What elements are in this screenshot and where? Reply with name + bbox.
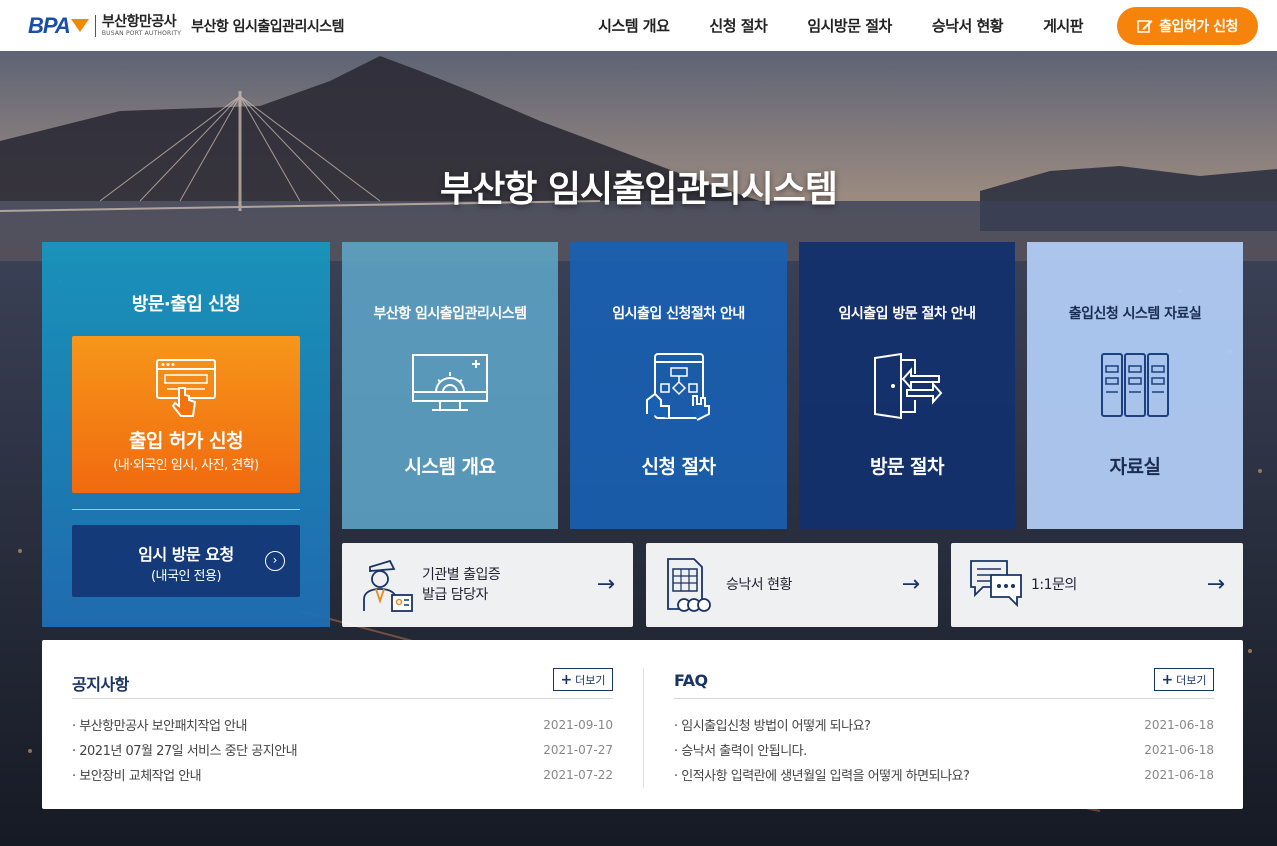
item-title: · 2021년 07월 27일 서비스 중단 공지안내 bbox=[72, 744, 298, 759]
logo-bpa-text: BPA bbox=[28, 13, 89, 39]
board-divider bbox=[643, 668, 644, 788]
nav-board[interactable]: 게시판 bbox=[1043, 15, 1083, 36]
faq-header: FAQ + 더보기 bbox=[674, 668, 1214, 699]
document-seal-icon bbox=[667, 558, 711, 612]
nav-system-overview[interactable]: 시스템 개요 bbox=[598, 15, 670, 36]
item-title: · 인적사항 입력란에 생년월일 입력을 어떻게 하면되나요? bbox=[674, 769, 970, 784]
card-label: 기관별 출입증 발급 담당자 bbox=[422, 565, 501, 605]
list-item[interactable]: · 2021년 07월 27일 서비스 중단 공지안내 2021-07-27 bbox=[72, 737, 613, 762]
visit-application-panel: 방문·출입 신청 출입 허가 신청 (내·외국인 임시, 사진, 견학) 임시 … bbox=[42, 242, 330, 627]
tile-bottom-label: 시스템 개요 bbox=[404, 456, 496, 478]
apply-permit-label: 출입허가 신청 bbox=[1159, 18, 1238, 35]
arrow-right-icon: → bbox=[596, 572, 615, 597]
edit-icon bbox=[1137, 19, 1153, 33]
plus-icon: + bbox=[560, 671, 573, 688]
tile-archive[interactable]: 출입신청 시스템 자료실 자료실 bbox=[1027, 242, 1243, 529]
arrow-right-icon: → bbox=[1206, 572, 1225, 597]
plus-icon: + bbox=[1161, 671, 1174, 688]
logo-en-name: BUSAN PORT AUTHORITY bbox=[101, 29, 182, 37]
more-label: 더보기 bbox=[575, 673, 606, 687]
tile-bottom-label: 신청 절차 bbox=[641, 456, 716, 478]
logo-triangle-icon bbox=[70, 19, 89, 32]
tile-top-label: 출입신청 시스템 자료실 bbox=[1068, 306, 1202, 322]
faq-list: · 임시출입신청 방법이 어떻게 되나요? 2021-06-18 · 승낙서 출력… bbox=[674, 712, 1214, 787]
item-title: · 승낙서 출력이 안됩니다. bbox=[674, 744, 807, 759]
faq-section: FAQ + 더보기 · 임시출입신청 방법이 어떻게 되나요? 2021-06-18… bbox=[674, 640, 1214, 809]
list-item[interactable]: · 부산항만공사 보안패치작업 안내 2021-09-10 bbox=[72, 712, 613, 737]
door-enter-icon bbox=[874, 352, 943, 420]
notice-title: 공지사항 bbox=[72, 675, 129, 694]
card-one-on-one-inquiry[interactable]: 1:1문의 → bbox=[951, 543, 1243, 627]
notice-section: 공지사항 + 더보기 · 부산항만공사 보안패치작업 안내 2021-09-10 ·… bbox=[72, 640, 613, 809]
apply-permit-button[interactable]: 출입허가 신청 bbox=[1117, 6, 1258, 45]
item-date: 2021-06-18 bbox=[1144, 742, 1214, 757]
list-item[interactable]: · 인적사항 입력란에 생년월일 입력을 어떻게 하면되나요? 2021-06-1… bbox=[674, 762, 1214, 787]
top-header: BPA 부산항만공사 BUSAN PORT AUTHORITY 부산항 임시출입… bbox=[0, 0, 1277, 51]
card-label: 승낙서 현황 bbox=[726, 577, 792, 593]
notice-header: 공지사항 + 더보기 bbox=[72, 668, 613, 699]
temporary-visit-request-card[interactable]: 임시 방문 요청 (내국인 전용) › bbox=[72, 525, 300, 597]
flowchart-hand-icon bbox=[645, 353, 710, 421]
monitor-gear-icon bbox=[412, 354, 488, 411]
item-date: 2021-06-18 bbox=[1144, 717, 1214, 732]
tile-system-overview[interactable]: 부산항 임시출입관리시스템 시스템 개요 bbox=[342, 242, 558, 529]
notice-list: · 부산항만공사 보안패치작업 안내 2021-09-10 · 2021년 07월… bbox=[72, 712, 613, 787]
card-id-issuer-by-agency[interactable]: 기관별 출입증 발급 담당자 → bbox=[342, 543, 633, 627]
entry-permit-application-card[interactable]: 출입 허가 신청 (내·외국인 임시, 사진, 견학) bbox=[72, 336, 300, 493]
entry-permit-title: 출입 허가 신청 bbox=[128, 430, 244, 452]
card-label-line1: 기관별 출입증 bbox=[422, 567, 501, 583]
item-date: 2021-07-22 bbox=[543, 767, 613, 782]
entry-permit-subtitle: (내·외국인 임시, 사진, 견학) bbox=[113, 458, 259, 473]
card-label-line2: 발급 담당자 bbox=[422, 587, 488, 603]
list-item[interactable]: · 승낙서 출력이 안됩니다. 2021-06-18 bbox=[674, 737, 1214, 762]
visit-application-title: 방문·출입 신청 bbox=[131, 294, 241, 315]
bpa-logo[interactable]: BPA 부산항만공사 BUSAN PORT AUTHORITY bbox=[28, 13, 181, 39]
hero-title: 부산항 임시출입관리시스템 bbox=[440, 169, 838, 210]
item-date: 2021-07-27 bbox=[543, 742, 613, 757]
item-date: 2021-06-18 bbox=[1144, 767, 1214, 782]
more-label: 더보기 bbox=[1176, 673, 1207, 687]
faq-title: FAQ bbox=[674, 671, 708, 690]
card-consent-status[interactable]: 승낙서 현황 → bbox=[646, 543, 938, 627]
nav-application-procedure[interactable]: 신청 절차 bbox=[709, 15, 767, 36]
panel-divider bbox=[72, 509, 300, 510]
temporary-visit-subtitle: (내국인 전용) bbox=[150, 569, 222, 584]
officer-id-icon bbox=[363, 559, 413, 612]
logo-korean: 부산항만공사 BUSAN PORT AUTHORITY bbox=[102, 15, 181, 37]
tile-bottom-label: 방문 절차 bbox=[869, 456, 945, 478]
nav-temporary-visit-procedure[interactable]: 임시방문 절차 bbox=[807, 15, 892, 36]
tile-visit-procedure[interactable]: 임시출입 방문 절차 안내 방문 절차 bbox=[799, 242, 1015, 529]
board-panel: 공지사항 + 더보기 · 부산항만공사 보안패치작업 안내 2021-09-10 ·… bbox=[42, 640, 1243, 809]
tile-application-procedure[interactable]: 임시출입 신청절차 안내 신청 절차 bbox=[570, 242, 787, 529]
item-title: · 부산항만공사 보안패치작업 안내 bbox=[72, 719, 247, 734]
tile-top-label: 부산항 임시출입관리시스템 bbox=[373, 306, 527, 322]
archive-binders-icon bbox=[1101, 353, 1169, 417]
chat-bubbles-icon bbox=[970, 560, 1022, 607]
arrow-right-icon: → bbox=[901, 572, 920, 597]
item-title: · 보안장비 교체작업 안내 bbox=[72, 769, 202, 784]
logo-separator bbox=[94, 14, 96, 37]
browser-click-icon bbox=[156, 359, 216, 417]
tile-bottom-label: 자료실 bbox=[1109, 456, 1161, 478]
main-nav: 시스템 개요 신청 절차 임시방문 절차 승낙서 현황 게시판 bbox=[598, 15, 1083, 36]
list-item[interactable]: · 임시출입신청 방법이 어떻게 되나요? 2021-06-18 bbox=[674, 712, 1214, 737]
system-title: 부산항 임시출입관리시스템 bbox=[191, 18, 345, 35]
item-title: · 임시출입신청 방법이 어떻게 되나요? bbox=[674, 719, 871, 734]
faq-more-button[interactable]: + 더보기 bbox=[1154, 668, 1214, 691]
tile-top-label: 임시출입 방문 절차 안내 bbox=[838, 306, 976, 322]
notice-more-button[interactable]: + 더보기 bbox=[553, 668, 613, 691]
nav-consent-status[interactable]: 승낙서 현황 bbox=[932, 15, 1004, 36]
item-date: 2021-09-10 bbox=[543, 717, 613, 732]
circle-arrow-icon: › bbox=[265, 551, 285, 571]
logo-kr-name: 부산항만공사 bbox=[101, 13, 177, 30]
tile-top-label: 임시출입 신청절차 안내 bbox=[612, 306, 745, 322]
card-label: 1:1문의 bbox=[1031, 577, 1077, 593]
list-item[interactable]: · 보안장비 교체작업 안내 2021-07-22 bbox=[72, 762, 613, 787]
